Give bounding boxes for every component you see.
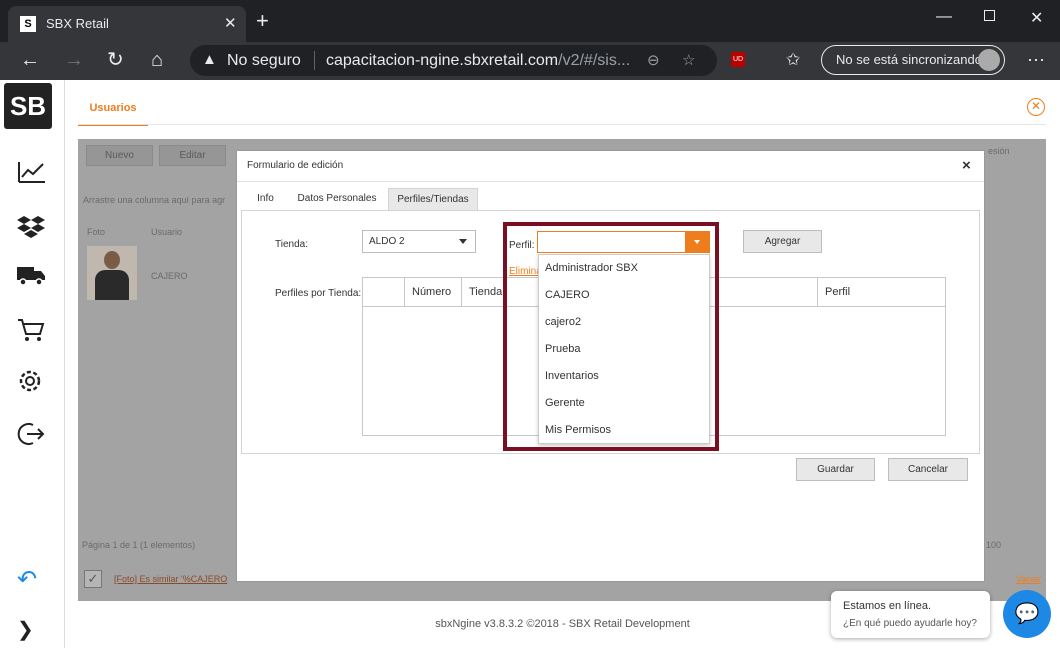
photo-body (95, 270, 129, 300)
minimize-icon[interactable]: — (936, 8, 952, 26)
chart-line-icon[interactable] (17, 160, 47, 189)
url-text[interactable]: capacitacion-ngine.sbxretail.com/v2/#/si… (326, 52, 630, 70)
drag-hint: Arrastre una columna aquí para agr (83, 195, 226, 205)
pager-text: Página 1 de 1 (1 elementos) (82, 540, 196, 550)
modal-header-divider (237, 181, 984, 182)
gear-icon[interactable] (17, 368, 43, 399)
chat-icon[interactable]: 💬 (1003, 590, 1051, 638)
zoom-icon[interactable]: ⊖ (647, 51, 660, 69)
guardar-button[interactable]: Guardar (796, 458, 875, 481)
photo-head (104, 251, 120, 269)
favorites-icon[interactable]: ✩ (786, 50, 800, 70)
filter-checkbox[interactable]: ✓ (84, 570, 102, 588)
browser-menu-icon[interactable]: ⋯ (1027, 50, 1045, 71)
tab-info[interactable]: Info (249, 188, 282, 210)
close-page-icon[interactable]: ✕ (1027, 98, 1045, 116)
filter-text[interactable]: [Foto] Es similar '%CAJERO (114, 574, 227, 584)
undo-icon[interactable]: ↶ (17, 568, 37, 592)
forward-icon[interactable]: → (64, 50, 84, 70)
divider (314, 51, 315, 70)
sbx-logo[interactable]: SB (4, 83, 52, 129)
chevron-down-icon (459, 239, 467, 244)
highlight-box (503, 222, 719, 451)
cart-icon[interactable] (17, 318, 45, 347)
col-foto: Foto (87, 227, 106, 237)
chat-line1: Estamos en línea. (843, 600, 932, 612)
tab-title: SBX Retail (46, 16, 109, 31)
table-header-numero[interactable]: Número (404, 278, 462, 307)
table-header-select[interactable] (362, 278, 407, 307)
row-user: CAJERO (151, 271, 188, 281)
sbx-favicon-icon: S (20, 16, 36, 32)
warning-icon: ▲ (202, 51, 217, 68)
agregar-button[interactable]: Agregar (743, 230, 822, 253)
reload-icon[interactable]: ↻ (107, 50, 124, 70)
tienda-value: ALDO 2 (369, 236, 405, 247)
tab-datos-personales[interactable]: Datos Personales (294, 188, 380, 210)
security-label: No seguro (227, 52, 301, 69)
address-bar[interactable]: ▲ No seguro capacitacion-ngine.sbxretail… (190, 45, 717, 76)
new-tab-button[interactable]: + (256, 10, 269, 32)
url-host: capacitacion-ngine.sbxretail.com (326, 52, 559, 69)
sync-label: No se está sincronizando (836, 52, 982, 67)
editar-button[interactable]: Editar (159, 145, 226, 166)
home-icon[interactable]: ⌂ (151, 50, 163, 70)
tab-underline (78, 124, 1046, 125)
back-icon[interactable]: ← (20, 50, 40, 70)
chat-bubble[interactable]: Estamos en línea. ¿En qué puedo ayudarle… (831, 591, 990, 638)
profile-sync-button[interactable]: No se está sincronizando (821, 45, 1005, 75)
user-photo (87, 246, 137, 300)
add-favorite-icon[interactable]: ☆ (682, 51, 695, 69)
sesion-text: esión (988, 146, 1010, 156)
vaciar-link[interactable]: Vaciar (1016, 574, 1041, 584)
browser-tab[interactable]: S SBX Retail ✕ (8, 6, 246, 42)
col-usuario: Usuario (151, 227, 183, 237)
tienda-label: Tienda: (275, 239, 308, 250)
cancelar-button[interactable]: Cancelar (888, 458, 968, 481)
maximize-icon[interactable] (984, 10, 995, 21)
dropbox-icon[interactable] (17, 214, 45, 243)
nuevo-button[interactable]: Nuevo (86, 145, 153, 166)
tab-close-icon[interactable]: ✕ (224, 14, 237, 32)
url-path: /v2/#/sis... (558, 52, 631, 69)
tab-usuarios[interactable]: Usuarios (78, 102, 148, 126)
table-header-perfil[interactable]: Perfil (817, 278, 945, 307)
perfiles-por-tienda-label: Perfiles por Tienda: (275, 288, 362, 299)
tab-perfiles-tiendas[interactable]: Perfiles/Tiendas (388, 188, 478, 210)
modal-title: Formulario de edición (247, 160, 344, 171)
ublock-extension-icon[interactable]: UD (731, 52, 745, 67)
tienda-select[interactable]: ALDO 2 (362, 230, 476, 253)
page-size[interactable]: 100 (986, 540, 1001, 550)
chat-line2: ¿En qué puedo ayudarle hoy? (843, 618, 977, 629)
modal-close-icon[interactable]: × (962, 157, 971, 174)
avatar-icon (978, 49, 1000, 71)
truck-icon[interactable] (17, 265, 45, 292)
chevron-right-icon[interactable]: ❯ (17, 618, 34, 642)
window-close-icon[interactable]: ✕ (1030, 8, 1043, 28)
logout-icon[interactable] (17, 421, 45, 452)
